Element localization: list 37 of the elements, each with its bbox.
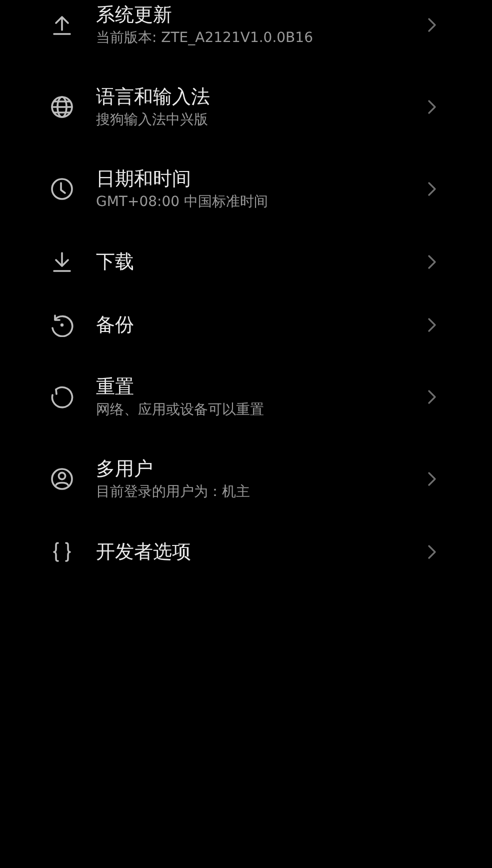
item-subtitle: GMT+08:00 中国标准时间 bbox=[96, 193, 270, 212]
chevron-icon bbox=[428, 544, 436, 558]
clock-icon bbox=[50, 177, 74, 201]
item-title: 语言和输入法 bbox=[96, 85, 211, 110]
chevron-icon bbox=[428, 18, 436, 32]
chevron-icon bbox=[428, 182, 436, 196]
item-title: 日期和时间 bbox=[96, 167, 192, 192]
settings-item[interactable]: 备份 bbox=[0, 293, 492, 356]
item-subtitle: 网络、应用或设备可以重置 bbox=[96, 401, 265, 420]
chevron-icon bbox=[428, 254, 436, 268]
reset-icon bbox=[50, 385, 74, 409]
backup-icon bbox=[50, 312, 74, 336]
braces-icon bbox=[50, 540, 74, 564]
chevron-icon bbox=[428, 100, 436, 114]
chevron-icon bbox=[428, 318, 436, 332]
settings-item[interactable]: 下载 bbox=[0, 230, 492, 293]
globe-icon bbox=[50, 95, 74, 119]
user-icon bbox=[50, 467, 74, 491]
settings-item[interactable]: 语言和输入法 搜狗输入法中兴版 bbox=[0, 66, 492, 148]
settings-item[interactable]: 日期和时间 GMT+08:00 中国标准时间 bbox=[0, 148, 492, 230]
item-subtitle: 目前登录的用户为：机主 bbox=[96, 483, 251, 502]
chevron-icon bbox=[428, 472, 436, 486]
settings-item[interactable]: 多用户 目前登录的用户为：机主 bbox=[0, 438, 492, 520]
item-title: 下载 bbox=[96, 250, 135, 274]
chevron-icon bbox=[428, 390, 436, 404]
settings-item[interactable]: 系统更新 当前版本: ZTE_A2121V1.0.0B16 bbox=[0, 0, 492, 66]
item-title: 多用户 bbox=[96, 457, 154, 482]
item-title: 重置 bbox=[96, 375, 135, 400]
item-title: 开发者选项 bbox=[96, 540, 192, 564]
settings-item[interactable]: 开发者选项 bbox=[0, 520, 492, 583]
item-subtitle: 搜狗输入法中兴版 bbox=[96, 111, 209, 130]
item-title: 系统更新 bbox=[96, 3, 173, 28]
download-icon bbox=[50, 250, 74, 274]
upload-icon bbox=[50, 13, 74, 37]
item-subtitle: 当前版本: ZTE_A2121V1.0.0B16 bbox=[96, 29, 314, 48]
item-title: 备份 bbox=[96, 312, 135, 338]
settings-item[interactable]: 重置 网络、应用或设备可以重置 bbox=[0, 356, 492, 438]
